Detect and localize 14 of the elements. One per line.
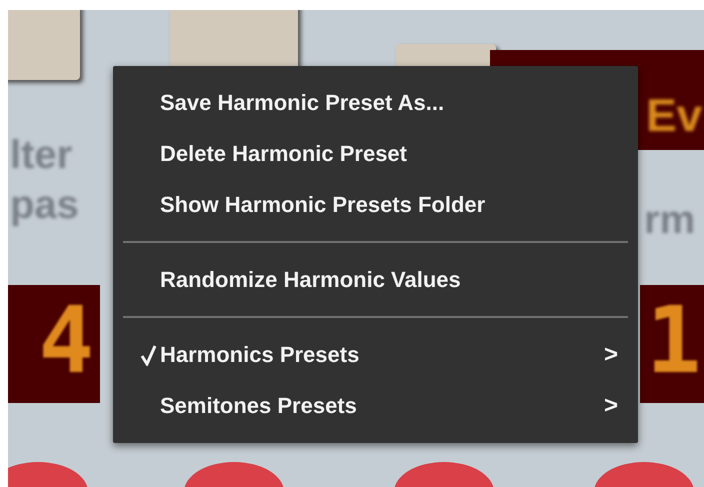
submenu-arrow: > (604, 340, 618, 370)
menu-item[interactable]: Randomize Harmonic Values (113, 254, 638, 305)
panel-label: lter (10, 135, 72, 175)
panel-label: rm (644, 200, 696, 240)
panel-label: pas (10, 185, 79, 225)
digit-display: 1 (640, 285, 704, 403)
submenu-item[interactable]: Semitones Presets > (113, 380, 638, 431)
menu-item[interactable]: Save Harmonic Preset As... (113, 77, 638, 128)
digit-display: 4 (8, 285, 100, 403)
submenu-item[interactable]: Harmonics Presets > (113, 329, 638, 380)
panel-label: Ev (646, 92, 702, 138)
menu-item[interactable]: Show Harmonic Presets Folder (113, 179, 638, 230)
menu-item[interactable]: Delete Harmonic Preset (113, 128, 638, 179)
submenu-arrow: > (604, 390, 618, 420)
